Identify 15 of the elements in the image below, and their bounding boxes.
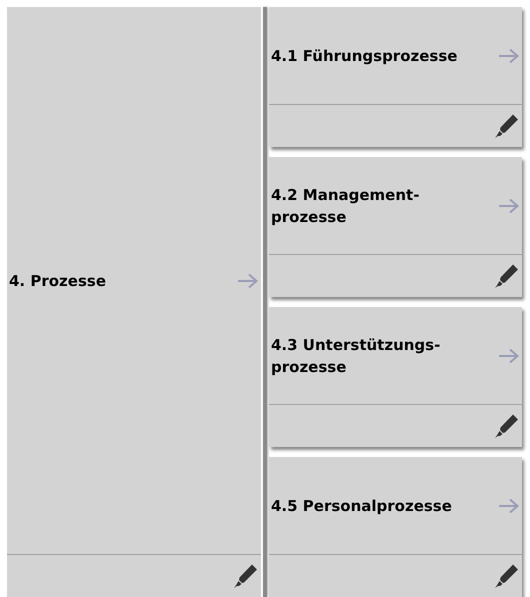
tile-title: 4.2 Management- prozesse <box>271 184 420 228</box>
sub-tile[interactable]: 4.5 Personalprozesse <box>269 457 522 597</box>
sub-tile[interactable]: 4.2 Management- prozesse <box>269 157 522 297</box>
tile-title: 4.5 Personalprozesse <box>271 496 452 516</box>
edit-icon[interactable] <box>493 263 519 289</box>
edit-icon[interactable] <box>232 563 258 589</box>
edit-icon[interactable] <box>493 113 519 139</box>
tile-title: 4.1 Führungsprozesse <box>271 46 458 66</box>
sub-tile[interactable]: 4.3 Unterstützungs- prozesse <box>269 307 522 447</box>
edit-icon[interactable] <box>493 563 519 589</box>
tile-title: 4. Prozesse <box>9 270 106 292</box>
edit-icon[interactable] <box>493 413 519 439</box>
main-tile[interactable]: 4. Prozesse <box>7 7 261 597</box>
sub-tile[interactable]: 4.1 Führungsprozesse <box>269 7 522 147</box>
tile-title: 4.3 Unterstützungs- prozesse <box>271 334 440 378</box>
